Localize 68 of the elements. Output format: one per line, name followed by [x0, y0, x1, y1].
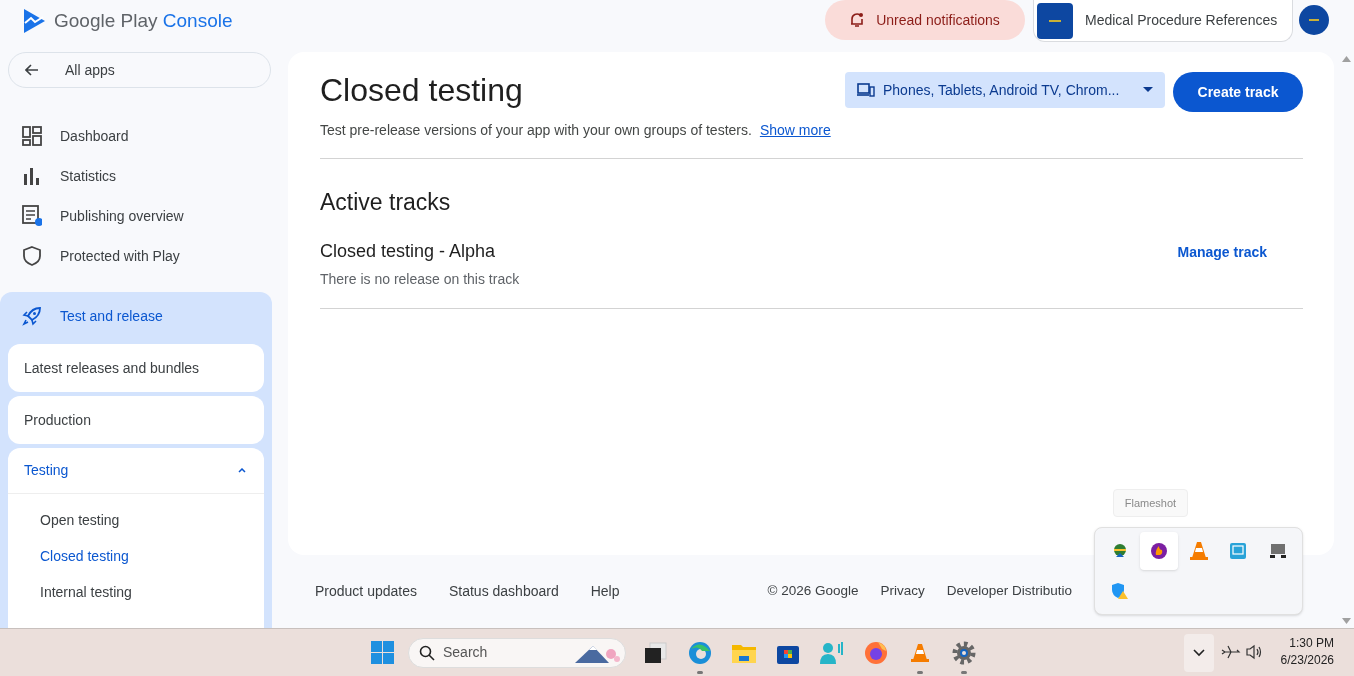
- group-header[interactable]: Testing: [8, 448, 264, 494]
- page-title: Closed testing: [320, 71, 523, 110]
- chevron-up-icon: [238, 468, 246, 473]
- footer-link[interactable]: Help: [590, 581, 620, 602]
- gear-icon: [952, 640, 976, 665]
- app-selector[interactable]: Medical Procedure References: [1033, 0, 1293, 42]
- section-heading: Active tracks: [320, 188, 452, 217]
- play-console-logo-icon: [22, 8, 46, 35]
- copyright-text: © 2026 Google: [767, 582, 859, 601]
- notifications-button[interactable]: Unread notifications: [825, 0, 1025, 40]
- shield-warning-icon: [1111, 582, 1129, 600]
- tray-icon-button[interactable]: [1140, 532, 1179, 570]
- traffic-cone-icon: [911, 642, 929, 663]
- back-arrow-icon: [25, 64, 39, 76]
- sidebar-item[interactable]: Production: [8, 396, 264, 444]
- chevron-down-icon: [1193, 649, 1205, 657]
- monitor-icon: [1229, 542, 1248, 560]
- person-icon: [819, 640, 845, 665]
- nav-item[interactable]: Publishing overview: [0, 196, 272, 236]
- track-name: Closed testing - Alpha: [320, 239, 497, 263]
- footer-link[interactable]: Product updates: [315, 581, 417, 602]
- dropdown-caret-icon: [1143, 87, 1153, 93]
- section-header[interactable]: Test and release: [8, 292, 264, 340]
- footer-link[interactable]: Developer Distributio: [946, 581, 1073, 602]
- page-subtitle: Test pre-release versions of your app with your own groups of testers.: [320, 121, 752, 140]
- footer-link[interactable]: Privacy: [880, 581, 925, 602]
- document-badge-icon: [22, 205, 42, 227]
- clock-time[interactable]: 1:30 PM: [1289, 635, 1334, 652]
- airplane-icon[interactable]: [1221, 644, 1241, 660]
- bar-chart-icon: [23, 167, 41, 185]
- display-icon: [1268, 543, 1287, 559]
- sidebar-subitem[interactable]: Open testing: [8, 502, 264, 538]
- show-hidden-icons-button[interactable]: [1184, 634, 1214, 672]
- sidebar-subitem[interactable]: Closed testing: [8, 538, 264, 574]
- edge-browser-icon: [688, 640, 712, 665]
- scroll-down-arrow-icon[interactable]: [1341, 618, 1351, 624]
- taskbar-search-field[interactable]: Search: [408, 637, 626, 668]
- bell-icon: [850, 12, 865, 28]
- nav-item[interactable]: Statistics: [0, 156, 272, 196]
- rocket-icon: [22, 306, 42, 326]
- device-selector[interactable]: Phones, Tablets, Android TV, Chrom...: [845, 72, 1165, 108]
- firefox-icon: [864, 640, 888, 665]
- flame-icon: [1150, 542, 1169, 560]
- traffic-cone-icon: [1189, 541, 1208, 561]
- tooltip: Flameshot: [1113, 489, 1188, 517]
- devices-icon: [857, 83, 875, 97]
- account-avatar-icon[interactable]: [1299, 5, 1329, 35]
- dashboard-icon: [22, 126, 42, 146]
- create-track-button[interactable]: Create track: [1173, 72, 1303, 112]
- clock-date[interactable]: 6/23/2026: [1280, 652, 1334, 669]
- nav-item[interactable]: Protected with Play: [0, 236, 272, 276]
- app-name: Medical Procedure References: [1085, 11, 1278, 30]
- shield-icon: [23, 246, 41, 266]
- logo-text: Google Play: [54, 10, 158, 31]
- sidebar-subitem[interactable]: Internal testing: [8, 574, 264, 610]
- scroll-up-arrow-icon[interactable]: [1341, 56, 1351, 62]
- manage-track-link[interactable]: Manage track: [1177, 241, 1267, 263]
- show-more-link[interactable]: Show more: [759, 120, 831, 141]
- track-status: There is no release on this track: [320, 269, 520, 289]
- logo-accent-text: Console: [162, 10, 233, 31]
- sidebar-item[interactable]: Latest releases and bundles: [8, 344, 264, 392]
- footer-link[interactable]: Status dashboard: [448, 581, 559, 602]
- app-logo-icon: [1037, 2, 1073, 39]
- volume-icon[interactable]: [1246, 644, 1264, 660]
- start-button[interactable]: [371, 640, 395, 665]
- search-icon: [419, 644, 435, 661]
- nav-item[interactable]: Dashboard: [0, 116, 272, 156]
- task-view-icon: [644, 641, 668, 664]
